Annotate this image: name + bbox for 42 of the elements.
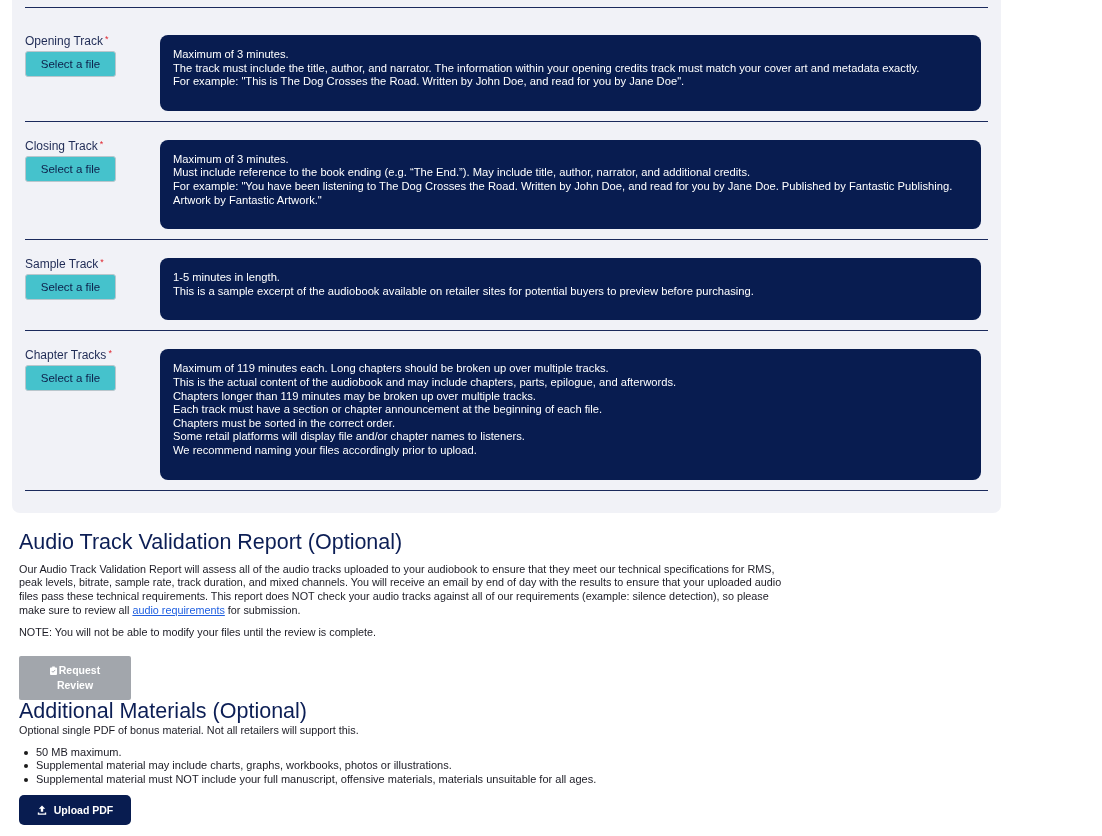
requirement-text: Chapters longer than 119 minutes may be broken up over multiple tracks. bbox=[173, 389, 537, 404]
select-file-button[interactable]: Select a file bbox=[25, 365, 116, 392]
requirement-text: This is the actual content of the audiobook and may include chapters, parts, epilogue, and afterwords. bbox=[173, 375, 678, 390]
report-description: Our Audio Track Validation Report will assess all of the audio tracks uploaded to your audiobook to ensure that they meet our technical specifications for RMS, peak levels, bitrate, sample rate, track duration, and mixed channels. You will receive an email by end of day with the results to ensure that your uploaded audio files pass these technical requirements. This report does NOT check your audio tracks against all of our requirements (example: silence detection), so please make sure to review all audio requirements for submission. bbox=[19, 562, 783, 618]
required-mark: * bbox=[99, 139, 104, 149]
note-text: NOTE: You will not be able to modify your files until the review is complete. bbox=[19, 626, 378, 640]
requirement-text: Maximum of 119 minutes each. Long chapters should be broken up over multiple tracks. bbox=[173, 362, 610, 376]
bullet-icon bbox=[24, 750, 28, 755]
select-file-button[interactable]: Select a file bbox=[25, 274, 116, 301]
requirement-text: For example: "You have been listening to The Dog Crosses the Road. Written by John Doe, and read for you by Jane Doe. Published by Fantastic Publishing. Artwork by Fantastic Artwork." bbox=[173, 179, 954, 208]
track-label: Sample Track bbox=[25, 258, 99, 272]
list-item-text: Supplemental material may include charts, graphs, workbooks, photos or illustrations. bbox=[36, 759, 452, 774]
section-heading: Additional Materials (Optional) bbox=[19, 700, 308, 722]
list-item-text: 50 MB maximum. bbox=[36, 745, 122, 760]
required-mark: * bbox=[100, 258, 104, 268]
requirement-text: This is a sample excerpt of the audiobook available on retailer sites for potential buyers to preview before purchasing. bbox=[173, 284, 755, 299]
materials-description: Optional single PDF of bonus material. Not all retailers will support this. bbox=[19, 724, 360, 738]
upload-pdf-button[interactable]: Upload PDF bbox=[19, 794, 131, 825]
requirement-text: Must include reference to the book ending (e.g. “The End.”). May include title, author, narrator, and additional credits. bbox=[173, 166, 752, 180]
required-mark: * bbox=[105, 35, 109, 44]
requirement-text: Each track must have a section or chapter announcement at the beginning of each file. bbox=[173, 403, 604, 417]
requirement-text: We recommend naming your files accordingly prior to upload. bbox=[173, 443, 478, 458]
track-label: Chapter Tracks bbox=[25, 349, 107, 363]
requirement-text: For example: "This is The Dog Crosses the Road. Written by John Doe, and read for you by Jane Doe". bbox=[173, 75, 686, 89]
select-file-button[interactable]: Select a file bbox=[25, 155, 116, 182]
section-heading: Audio Track Validation Report (Optional) bbox=[19, 529, 404, 554]
track-label: Closing Track bbox=[25, 139, 98, 153]
requirement-text: Maximum of 3 minutes. bbox=[173, 152, 290, 167]
list-item-text: Supplemental material must NOT include your full manuscript, offensive materials, materials unsuitable for all ages. bbox=[36, 773, 597, 787]
bullet-icon bbox=[24, 777, 28, 782]
upload-icon bbox=[36, 804, 47, 815]
requirement-text: The track must include the title, author, and narrator. The information within your opening credits track must match your cover art and metadata exactly. bbox=[173, 61, 921, 76]
requirement-text: Maximum of 3 minutes. bbox=[173, 48, 290, 62]
bullet-icon bbox=[24, 764, 28, 769]
requirement-text: Chapters must be sorted in the correct order. bbox=[173, 416, 396, 431]
required-mark: * bbox=[108, 349, 112, 359]
clipboard-check-icon bbox=[49, 666, 57, 675]
requirement-text: 1-5 minutes in length. bbox=[173, 271, 281, 285]
select-file-button[interactable]: Select a file bbox=[25, 51, 116, 77]
audio-requirements-link[interactable]: audio requirements bbox=[132, 603, 225, 616]
requirement-text: Some retail platforms will display file and/or chapter names to listeners. bbox=[173, 430, 526, 444]
track-label: Opening Track bbox=[25, 35, 104, 48]
